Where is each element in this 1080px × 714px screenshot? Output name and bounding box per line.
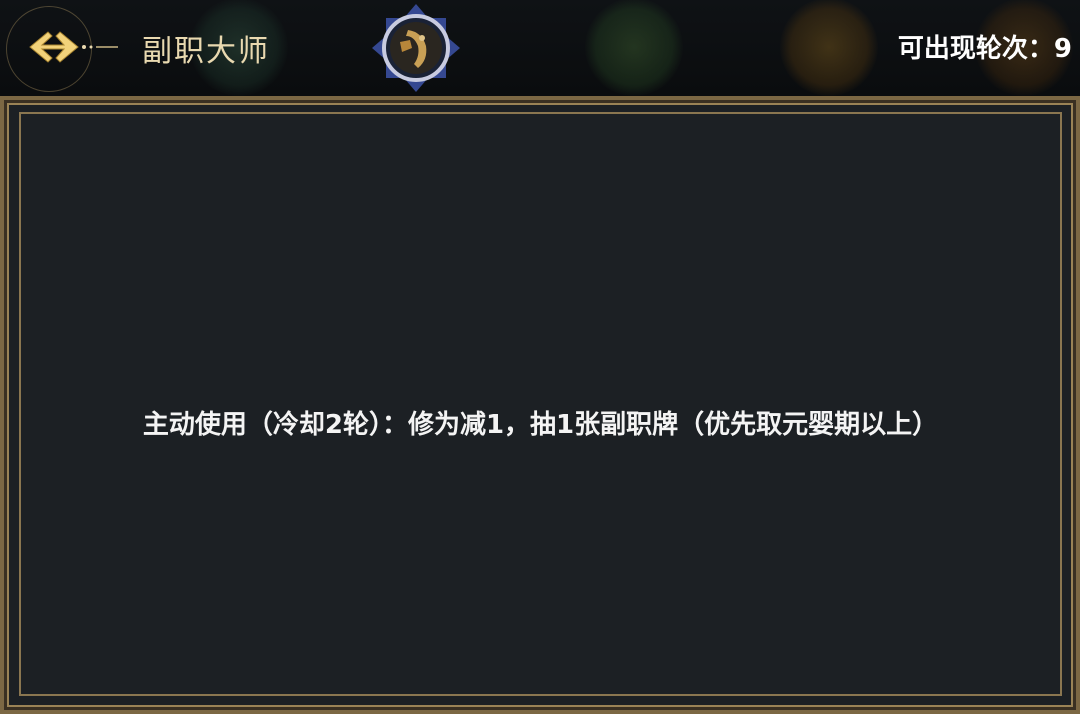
page-title: 副职大师 — [142, 34, 270, 69]
background-emblem-icon — [585, 0, 683, 96]
back-arrow-icon — [29, 31, 118, 63]
background-emblem-icon — [780, 0, 878, 96]
skill-panel: 主动使用（冷却2轮）：修为减1，抽1张副职牌（优先取元婴期以上） — [0, 96, 1080, 714]
skill-panel-inner-frame: 主动使用（冷却2轮）：修为减1，抽1张副职牌（优先取元婴期以上） — [19, 112, 1062, 696]
rounds-available-label: 可出现轮次：9 — [897, 34, 1072, 64]
top-bar: 副职大师 可出现轮次：9 — [0, 0, 1080, 96]
profession-emblem-icon[interactable] — [370, 2, 462, 94]
skill-description: 主动使用（冷却2轮）：修为减1，抽1张副职牌（优先取元婴期以上） — [142, 410, 939, 440]
back-button[interactable] — [20, 24, 120, 70]
